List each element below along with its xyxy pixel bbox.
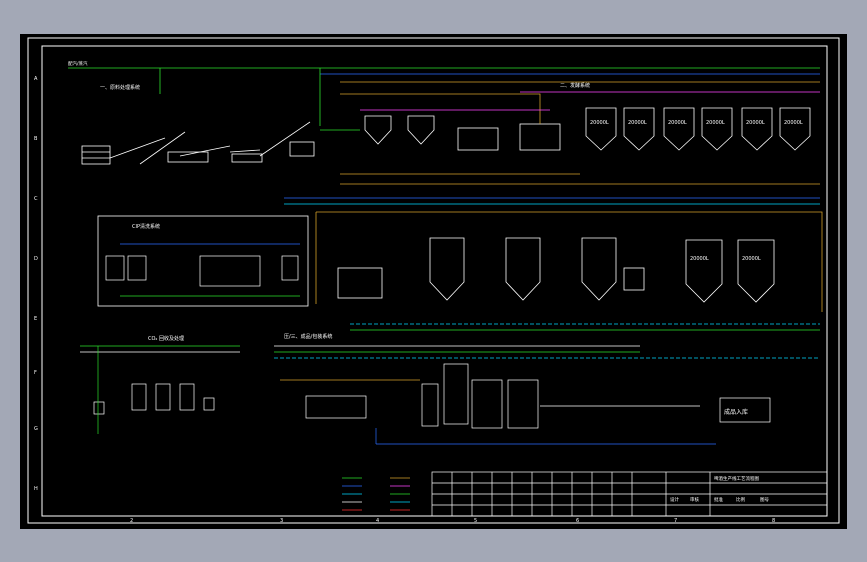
cip-system-box (97, 215, 309, 307)
tank-label: 20000L (706, 120, 725, 126)
border-number: 2 (130, 518, 133, 524)
title-cell: 图号 (760, 497, 769, 503)
packaging-piping (280, 379, 716, 445)
tank-label: 20000L (746, 120, 765, 126)
cooking-vessels (364, 115, 561, 151)
line-legend (342, 477, 410, 511)
border-letter: F (34, 370, 37, 376)
middle-utility-lines (284, 197, 823, 312)
title-block (431, 471, 828, 517)
border-number: 7 (674, 518, 677, 524)
border-letter: E (34, 316, 37, 322)
top-left-label: 配汽/蒸汽 (68, 60, 88, 67)
lower-utility-lines (274, 323, 820, 359)
section-label-packaging: 压/三、成品/包装系统 (284, 333, 332, 340)
title-cell: 比例 (736, 496, 745, 503)
border-letters: A B C D E F G H (34, 76, 38, 492)
border-number: 6 (576, 518, 579, 524)
tank-label: 20000L (628, 120, 647, 126)
co2-equipment (93, 383, 215, 415)
packaging-equipment (305, 363, 771, 429)
section-label-co2: CO₂ 回收及处理 (148, 335, 184, 342)
co2-piping (80, 345, 240, 434)
border-letter: H (34, 486, 38, 492)
tank-label: 20000L (742, 256, 761, 262)
title-block-cells: 设计 审核 批准 比例 图号 (670, 496, 769, 503)
raw-material-conveyor (81, 121, 315, 165)
border-number: 8 (772, 518, 775, 524)
cip-equipment (105, 255, 299, 287)
border-number: 3 (280, 518, 283, 524)
inner-border (41, 45, 828, 517)
title-block-title: 啤酒生产线工艺流程图 (714, 475, 759, 482)
title-cell: 设计 (670, 496, 679, 503)
title-cell: 批准 (714, 496, 723, 503)
border-number: 5 (474, 518, 477, 524)
finished-goods-label: 成品入库 (724, 408, 748, 416)
border-letter: B (34, 136, 38, 142)
section-label-raw: 一、原料处理系统 (100, 84, 140, 91)
cad-drawing-sheet: A B C D E F G H 2 3 4 5 6 7 8 配汽/蒸汽 一、原料… (20, 34, 847, 529)
border-letter: D (34, 256, 38, 262)
tank-label: 20000L (590, 120, 609, 126)
process-flow-diagram: A B C D E F G H 2 3 4 5 6 7 8 配汽/蒸汽 一、原料… (27, 37, 840, 524)
border-letter: G (34, 426, 38, 432)
outer-border (27, 37, 840, 524)
title-cell: 审核 (690, 496, 699, 503)
border-number: 4 (376, 518, 379, 524)
border-letter: A (34, 76, 38, 82)
tank-label: 20000L (690, 256, 709, 262)
tank-label: 20000L (668, 120, 687, 126)
section-label-cip: CIP清洗系统 (132, 223, 160, 230)
cip-piping (120, 243, 300, 297)
tank-labels-row1: 20000L 20000L 20000L 20000L 20000L 20000… (590, 120, 803, 126)
section-label-ferment: 二、发酵系统 (560, 82, 590, 89)
fermentation-tanks-row1 (585, 107, 811, 151)
tank-labels-row2: 20000L 20000L (690, 256, 761, 262)
top-utility-lines (68, 67, 820, 126)
tank-label: 20000L (784, 120, 803, 126)
border-letter: C (34, 196, 38, 202)
fermentation-tanks-row2 (337, 237, 775, 303)
